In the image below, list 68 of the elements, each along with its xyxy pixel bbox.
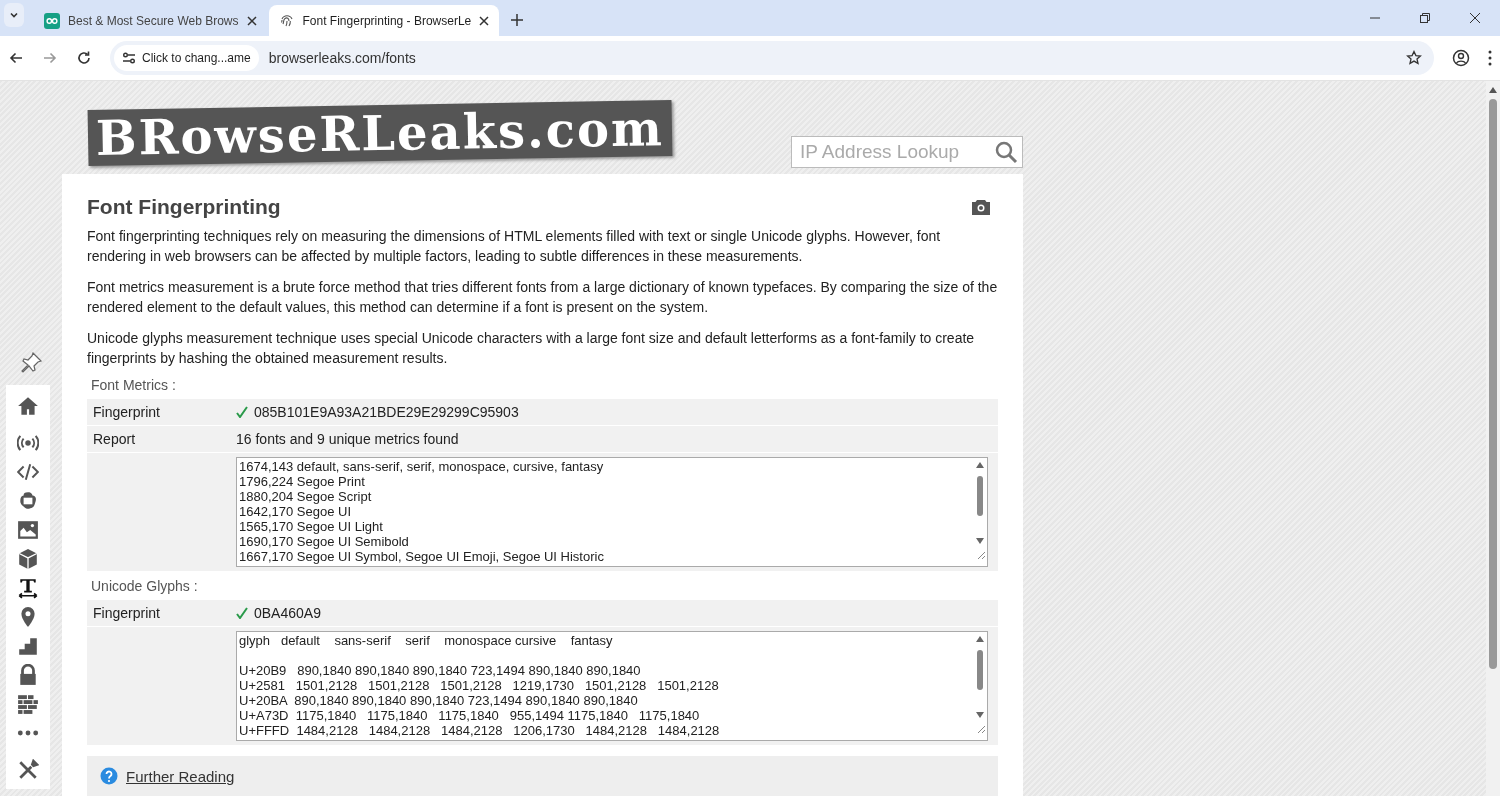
row-value: 16 fonts and 9 unique metrics found <box>236 431 459 447</box>
image-icon[interactable] <box>17 519 39 541</box>
result-line: 1880,204 Segoe Script <box>239 489 372 504</box>
close-icon[interactable] <box>479 15 490 26</box>
forward-icon[interactable] <box>42 50 58 66</box>
result-line: 1796,224 Segoe Print <box>239 474 365 489</box>
code-icon[interactable] <box>17 461 39 483</box>
description-paragraph: Unicode glyphs measurement technique uses special Unicode characters with a large font size and default letterforms as a font-family to create fingerprints by hashing the obtained measurement results. <box>87 329 976 368</box>
section-heading: Font Metrics : <box>91 377 177 393</box>
description-paragraph: Font fingerprinting techniques rely on measuring the dimensions of HTML elements filled with text or single Unicode glyphs. However, font rendering in web browsers can be affected by multiple factors, leading to subtle differences in these measurements. <box>87 227 942 266</box>
help-icon <box>100 767 118 785</box>
fingerprint-icon <box>278 12 295 29</box>
result-line: 1642,170 Segoe UI <box>239 504 352 519</box>
search-field[interactable]: IP Address Lookup <box>791 136 1023 168</box>
result-text-area[interactable] <box>236 457 988 567</box>
site-logo[interactable]: BRowseRLeaks.com <box>87 99 673 167</box>
flower-shape-icon[interactable] <box>17 490 39 512</box>
further-reading-link[interactable]: Further Reading <box>126 767 235 785</box>
row-value: 085B101E9A93A21BDE29E29299C95903 <box>254 404 519 420</box>
camera-icon[interactable] <box>971 198 991 216</box>
tab-title: Best & Most Secure Web Brows <box>68 13 239 28</box>
reload-icon[interactable] <box>76 50 92 66</box>
browser-tab[interactable]: Best & Most Secure Web Brows <box>34 5 267 36</box>
result-line: U+20BA 890,1840 890,1840 890,1840 723,1494 890,1840 890,1840 <box>239 693 638 708</box>
tune-icon <box>122 51 136 65</box>
bookmark-star-icon[interactable] <box>1406 50 1422 66</box>
stairs-icon[interactable] <box>17 635 39 657</box>
row-label: Fingerprint <box>93 404 160 420</box>
browser-tab[interactable]: Font Fingerprinting - BrowserLe <box>268 5 500 36</box>
address-field[interactable]: Click to chang...ame browserleaks.com/fonts <box>110 41 1434 75</box>
more-menu-icon[interactable] <box>1488 50 1492 66</box>
result-line: U+FFFD 1484,2128 1484,2128 1484,2128 1206,1730 1484,2128 1484,2128 <box>239 723 720 738</box>
search-icon[interactable] <box>994 140 1018 164</box>
brick-wall-icon[interactable] <box>17 693 39 715</box>
result-text-area[interactable] <box>236 631 988 741</box>
tools-icon[interactable] <box>17 759 39 781</box>
result-line: 1565,170 Segoe UI Light <box>239 519 383 534</box>
result-line: 1667,170 Segoe UI Symbol, Segoe UI Emoji, Segoe UI Historic <box>239 549 604 564</box>
cube-icon[interactable] <box>17 548 39 570</box>
result-line: U+20B9 890,1840 890,1840 890,1840 723,1494 890,1840 890,1840 <box>239 663 641 678</box>
profile-icon[interactable] <box>1452 49 1470 67</box>
close-icon[interactable] <box>1470 13 1480 23</box>
result-line: 1674,143 default, sans-serif, serif, monospace, cursive, fantasy <box>239 459 604 474</box>
home-icon[interactable] <box>17 395 39 417</box>
tab-title: Font Fingerprinting - BrowserLe <box>302 13 472 28</box>
favicon-icon <box>44 12 60 29</box>
back-icon[interactable] <box>8 50 24 66</box>
result-line: U+2581 1501,2128 1501,2128 1501,2128 1219,1730 1501,2128 1501,2128 <box>239 678 719 693</box>
row-label: Fingerprint <box>93 605 160 621</box>
description-paragraph: Font metrics measurement is a brute force method that tries different fonts from a large dictionary of known typefaces. By comparing the size of the rendered element to the default values, this method can determine if a font is present on the system. <box>87 278 998 317</box>
new-tab-icon[interactable] <box>511 14 524 26</box>
site-info-chip[interactable]: Click to chang...ame <box>114 45 259 71</box>
row-value: 0BA460A9 <box>254 605 321 621</box>
result-header-line: glyph default sans-serif serif monospace cursive fantasy <box>239 633 613 648</box>
section-heading: Unicode Glyphs : <box>91 578 199 594</box>
close-icon[interactable] <box>246 15 257 26</box>
restore-icon[interactable] <box>1420 13 1430 23</box>
pin-icon[interactable] <box>19 351 43 375</box>
broadcast-icon[interactable] <box>17 432 39 454</box>
page-title: Font Fingerprinting <box>87 194 281 220</box>
chevron-down-icon <box>9 10 19 20</box>
text-width-icon[interactable] <box>17 577 39 599</box>
tab-list-button[interactable] <box>4 3 24 27</box>
result-line: 1690,170 Segoe UI Semibold <box>239 534 409 549</box>
row-label: Report <box>93 431 136 447</box>
result-line: U+A73D 1175,1840 1175,1840 1175,1840 955,1494 1175,1840 1175,1840 <box>239 708 700 723</box>
lock-icon[interactable] <box>17 664 39 686</box>
url-text: browserleaks.com/fonts <box>268 50 417 66</box>
